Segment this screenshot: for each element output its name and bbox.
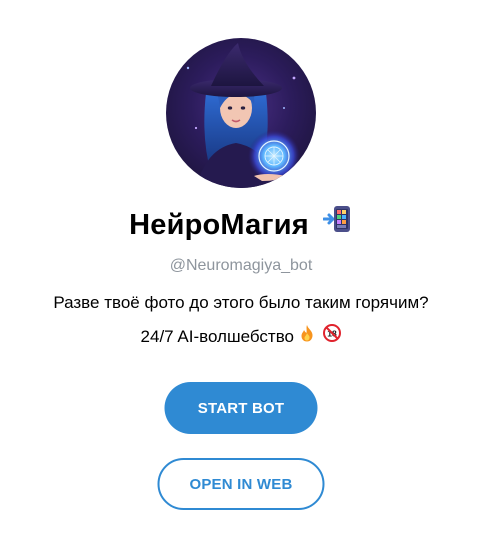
bot-description-line2-row: 24/7 AI-волшебство 18 bbox=[0, 324, 482, 349]
18-plus-icon: 18 bbox=[323, 324, 342, 347]
start-bot-button[interactable]: START BOT bbox=[164, 382, 318, 434]
bot-title-row: НейроМагия bbox=[0, 205, 482, 245]
open-in-web-button[interactable]: OPEN IN WEB bbox=[157, 458, 325, 510]
bot-name: НейроМагия bbox=[129, 209, 309, 241]
fire-icon bbox=[299, 324, 315, 347]
bot-description-line2: 24/7 AI-волшебство bbox=[140, 326, 294, 346]
bot-username: @Neuromagiya_bot bbox=[169, 257, 313, 274]
bot-profile-page: НейроМагия @Neuromagiya_bot Разве твоё ф… bbox=[0, 0, 482, 543]
calculator-phone-icon bbox=[322, 204, 353, 250]
bot-description-line1: Разве твоё фото до этого было таким горя… bbox=[53, 293, 429, 312]
bot-avatar bbox=[166, 38, 316, 188]
